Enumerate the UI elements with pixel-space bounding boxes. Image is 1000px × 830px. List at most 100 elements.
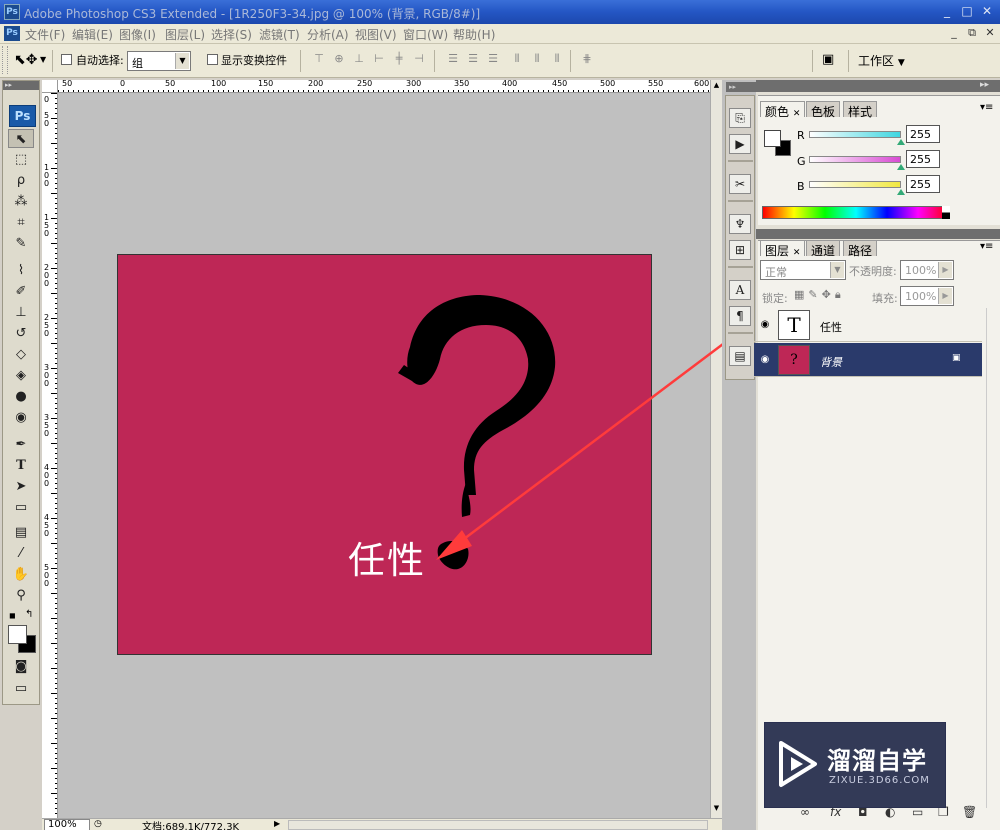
tab-paths[interactable]: 路径 bbox=[843, 240, 878, 258]
canvas-text-layer[interactable]: 任性 bbox=[348, 530, 426, 584]
app-icon[interactable]: Ps bbox=[4, 4, 20, 20]
align-hcenter-icon[interactable]: ╪ bbox=[390, 52, 408, 68]
brush-tool[interactable]: ✐ bbox=[8, 282, 34, 301]
tab-styles[interactable]: 样式 bbox=[843, 101, 878, 119]
align-right-icon[interactable]: ⊣ bbox=[410, 52, 428, 68]
paint-bucket-tool[interactable]: ◈ bbox=[8, 366, 34, 385]
tab-channels[interactable]: 通道 bbox=[806, 240, 841, 258]
layer-row-text[interactable]: ◉ T 任性 bbox=[754, 308, 982, 342]
marquee-tool[interactable]: ⬚ bbox=[8, 150, 34, 169]
tab-color[interactable]: 颜色 ✕ bbox=[760, 101, 806, 119]
layer-thumbnail-text[interactable]: T bbox=[778, 310, 810, 340]
layer-comps-panel-icon[interactable]: ▤ bbox=[729, 346, 751, 366]
menu-image[interactable]: 图像(I) bbox=[116, 26, 159, 43]
options-grip[interactable] bbox=[2, 46, 8, 74]
screen-mode-button[interactable]: ▭ bbox=[8, 679, 34, 698]
align-left-icon[interactable]: ⊢ bbox=[370, 52, 388, 68]
adjustment-icon[interactable]: ◐ bbox=[885, 805, 895, 825]
channel-r-slider[interactable] bbox=[809, 131, 901, 138]
channel-b-slider[interactable] bbox=[809, 181, 901, 188]
channel-g-value[interactable]: 255 bbox=[906, 150, 940, 168]
character-panel-icon[interactable]: A bbox=[729, 280, 751, 300]
status-options-icon[interactable]: ◷ bbox=[94, 819, 106, 830]
panel-grip[interactable] bbox=[756, 229, 1000, 239]
history-panel-icon[interactable]: ⎘ bbox=[729, 108, 751, 128]
layer-row-background[interactable]: ◉ ? 背景 ▣ bbox=[754, 343, 982, 377]
bridge-icon[interactable]: ▣ bbox=[822, 52, 844, 70]
bw-ramp[interactable] bbox=[942, 206, 950, 219]
close-icon[interactable]: ✕ bbox=[793, 109, 801, 119]
auto-select-checkbox[interactable] bbox=[61, 54, 72, 65]
foreground-color-swatch[interactable] bbox=[8, 625, 27, 644]
distribute-left-icon[interactable]: ⫴ bbox=[508, 52, 526, 68]
pen-tool[interactable]: ✒ bbox=[8, 435, 34, 454]
actions-panel-icon[interactable]: ▶ bbox=[729, 134, 751, 154]
eye-icon[interactable]: ◉ bbox=[758, 354, 772, 366]
toolbox-grip[interactable]: ▸▸ bbox=[3, 81, 39, 90]
align-top-icon[interactable]: ⊤ bbox=[310, 52, 328, 68]
panel-menu-icon[interactable]: ▾≡ bbox=[980, 102, 993, 113]
menu-layer[interactable]: 图层(L) bbox=[162, 26, 208, 43]
panel-grip[interactable] bbox=[756, 80, 1000, 92]
close-icon[interactable]: ✕ bbox=[793, 248, 801, 258]
layer-thumbnail-background[interactable]: ? bbox=[778, 345, 810, 375]
doc-restore-button[interactable]: ⧉ bbox=[964, 26, 980, 41]
new-layer-icon[interactable]: ❐ bbox=[938, 805, 949, 825]
opacity-field[interactable]: 100% ▶ bbox=[900, 260, 954, 280]
slice-tool[interactable]: ✎ bbox=[8, 234, 34, 253]
menu-view[interactable]: 视图(V) bbox=[352, 26, 400, 43]
mask-icon[interactable]: ◘ bbox=[858, 805, 868, 825]
horizontal-scrollbar[interactable] bbox=[288, 820, 708, 830]
distribute-right-icon[interactable]: ⫴ bbox=[548, 52, 566, 68]
minimize-button[interactable]: _ bbox=[938, 4, 956, 20]
lock-transparency-icon[interactable]: ▦ bbox=[794, 288, 808, 301]
quick-mask-button[interactable]: ◙ bbox=[8, 657, 34, 676]
menu-select[interactable]: 选择(S) bbox=[208, 26, 255, 43]
menu-filter[interactable]: 滤镜(T) bbox=[256, 26, 303, 43]
document-icon[interactable]: Ps bbox=[4, 26, 20, 41]
tab-swatches[interactable]: 色板 bbox=[806, 101, 841, 119]
slider-thumb[interactable] bbox=[897, 189, 905, 195]
move-tool[interactable]: ⬉ bbox=[8, 129, 34, 148]
align-bottom-icon[interactable]: ⊥ bbox=[350, 52, 368, 68]
menu-edit[interactable]: 编辑(E) bbox=[69, 26, 116, 43]
chevron-down-icon[interactable]: ▼ bbox=[40, 55, 46, 64]
doc-minimize-button[interactable]: _ bbox=[946, 26, 962, 41]
photoshop-logo[interactable]: Ps bbox=[9, 105, 36, 127]
notes-tool[interactable]: ▤ bbox=[8, 523, 34, 542]
ruler-horizontal[interactable]: 50 0 50 100 150 200 250 300 350 400 450 … bbox=[58, 80, 710, 93]
fx-icon[interactable]: fx bbox=[830, 805, 841, 825]
blend-mode-dropdown[interactable]: 正常 ▼ bbox=[760, 260, 846, 280]
doc-close-button[interactable]: ✕ bbox=[982, 26, 998, 41]
close-button[interactable]: ✕ bbox=[978, 4, 996, 20]
crop-tool[interactable]: ⌗ bbox=[8, 213, 34, 232]
type-tool[interactable]: T bbox=[8, 456, 34, 475]
group-icon[interactable]: ▭ bbox=[912, 805, 923, 825]
lasso-tool[interactable]: ρ bbox=[8, 171, 34, 190]
dodge-tool[interactable]: ◉ bbox=[8, 408, 34, 427]
menu-analysis[interactable]: 分析(A) bbox=[304, 26, 352, 43]
magic-wand-tool[interactable]: ⁂ bbox=[8, 192, 34, 211]
auto-align-icon[interactable]: ⋕ bbox=[578, 52, 596, 68]
tab-layers[interactable]: 图层 ✕ bbox=[760, 240, 806, 258]
auto-select-dropdown[interactable]: 组 ▼ bbox=[127, 51, 191, 71]
fill-field[interactable]: 100% ▶ bbox=[900, 286, 954, 306]
zoom-field[interactable]: 100% bbox=[44, 819, 90, 830]
slider-thumb[interactable] bbox=[897, 164, 905, 170]
channel-g-slider[interactable] bbox=[809, 156, 901, 163]
dock-grip[interactable]: ▸▸ bbox=[726, 82, 756, 92]
show-transform-checkbox[interactable] bbox=[207, 54, 218, 65]
hand-tool[interactable]: ✋ bbox=[8, 565, 34, 584]
fg-color-swatch[interactable] bbox=[764, 130, 781, 147]
scroll-down-icon[interactable]: ▼ bbox=[712, 804, 721, 814]
distribute-vcenter-icon[interactable]: ☰ bbox=[464, 52, 482, 68]
channel-r-value[interactable]: 255 bbox=[906, 125, 940, 143]
ruler-vertical[interactable]: 050100150200250300350400450500 bbox=[42, 93, 58, 818]
tool-presets-panel-icon[interactable]: ✂ bbox=[729, 174, 751, 194]
clone-stamp-tool[interactable]: ⊥ bbox=[8, 303, 34, 322]
default-colors-icon[interactable]: ◼ bbox=[9, 611, 19, 621]
healing-brush-tool[interactable]: ⌇ bbox=[8, 261, 34, 280]
swap-colors-icon[interactable]: ↰ bbox=[25, 609, 37, 621]
slider-thumb[interactable] bbox=[897, 139, 905, 145]
lock-icon[interactable]: 🔒︎ bbox=[835, 288, 845, 301]
